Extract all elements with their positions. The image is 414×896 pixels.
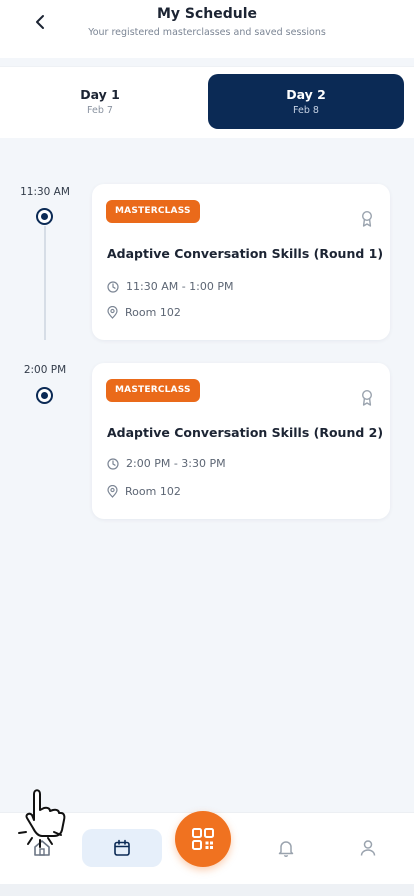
tab-day-2[interactable]: Day 2 Feb 8	[208, 74, 404, 129]
session-room: Room 102	[125, 306, 181, 319]
award-icon[interactable]	[360, 389, 374, 407]
page-title: My Schedule	[156, 6, 258, 22]
session-time-row: 2:00 PM - 3:30 PM	[107, 457, 226, 470]
nav-notifications[interactable]	[262, 829, 310, 867]
bell-icon	[278, 841, 294, 857]
qr-scan-button[interactable]	[175, 811, 231, 867]
tab-day-label: Day 2	[286, 87, 326, 102]
page-subtitle: Your registered masterclasses and saved …	[88, 27, 326, 38]
day-tabs: Day 1 Feb 7 Day 2 Feb 8	[0, 66, 414, 138]
session-time-range: 2:00 PM - 3:30 PM	[126, 457, 226, 470]
tab-day-label: Day 1	[80, 87, 120, 102]
clock-icon	[107, 280, 119, 293]
qr-code-icon	[192, 828, 214, 850]
session-room-row: Room 102	[107, 485, 181, 498]
timeline-time: 2:00 PM	[23, 364, 67, 376]
session-card[interactable]: MASTERCLASS Adaptive Conversation Skills…	[92, 363, 390, 519]
timeline-dot-icon	[36, 387, 53, 404]
session-room: Room 102	[125, 485, 181, 498]
location-pin-icon	[107, 485, 118, 498]
timeline-connector	[44, 226, 46, 340]
session-title: Adaptive Conversation Skills (Round 1)	[107, 246, 384, 261]
session-time-row: 11:30 AM - 1:00 PM	[107, 280, 234, 293]
timeline-dot-icon	[36, 208, 53, 225]
home-icon	[34, 840, 50, 856]
tab-day-date: Feb 7	[87, 105, 113, 116]
nav-schedule[interactable]	[82, 829, 162, 867]
nav-profile[interactable]	[344, 829, 392, 867]
bottom-strip	[0, 884, 414, 896]
nav-home[interactable]	[18, 829, 66, 867]
timeline-time: 11:30 AM	[20, 186, 70, 198]
clock-icon	[107, 457, 119, 470]
session-time-range: 11:30 AM - 1:00 PM	[126, 280, 234, 293]
award-icon[interactable]	[360, 210, 374, 228]
session-room-row: Room 102	[107, 306, 181, 319]
user-icon	[360, 840, 376, 856]
session-title: Adaptive Conversation Skills (Round 2)	[107, 425, 384, 440]
tab-day-1[interactable]: Day 1 Feb 7	[2, 74, 198, 129]
masterclass-badge: MASTERCLASS	[106, 379, 200, 402]
tab-day-date: Feb 8	[293, 105, 319, 116]
calendar-icon	[114, 839, 130, 856]
session-card[interactable]: MASTERCLASS Adaptive Conversation Skills…	[92, 184, 390, 340]
app-header: My Schedule Your registered masterclasse…	[0, 0, 414, 58]
location-pin-icon	[107, 306, 118, 319]
masterclass-badge: MASTERCLASS	[106, 200, 200, 223]
